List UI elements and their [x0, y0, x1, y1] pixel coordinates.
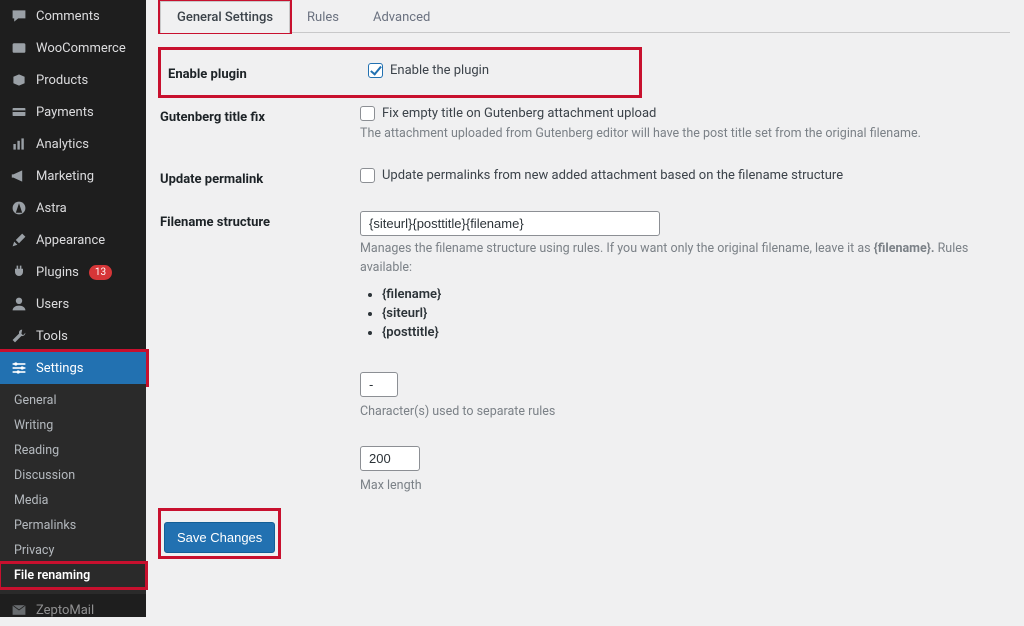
chart-icon — [10, 135, 28, 153]
sidebar-item-appearance[interactable]: Appearance — [0, 224, 146, 256]
field-label-gutenberg: Gutenberg title fix — [160, 106, 360, 125]
tab-rules[interactable]: Rules — [290, 1, 356, 33]
rule-item: {posttitle} — [382, 323, 1010, 342]
sub-item-reading[interactable]: Reading — [0, 438, 146, 463]
settings-page: General Settings Rules Advanced Enable p… — [146, 0, 1024, 617]
sidebar-item-label: Tools — [36, 329, 68, 344]
sidebar-item-label: Astra — [36, 201, 67, 216]
sub-item-general[interactable]: General — [0, 388, 146, 413]
sidebar-item-label: Comments — [36, 9, 100, 24]
sidebar-item-plugins[interactable]: Plugins 13 — [0, 256, 146, 288]
max-length-input[interactable] — [360, 446, 420, 471]
gutenberg-fix-checkbox-label: Fix empty title on Gutenberg attachment … — [382, 106, 656, 121]
settings-submenu: General Writing Reading Discussion Media… — [0, 384, 146, 594]
settings-tabs: General Settings Rules Advanced — [160, 0, 1010, 33]
sub-item-file-renaming[interactable]: File renaming — [0, 563, 146, 588]
sidebar-item-label: Settings — [36, 361, 83, 376]
card-icon — [10, 103, 28, 121]
sidebar-item-label: Plugins — [36, 265, 79, 280]
admin-sidebar: Comments WooCommerce Products Payments A… — [0, 0, 146, 617]
astra-icon — [10, 199, 28, 217]
enable-plugin-checkbox[interactable] — [368, 63, 383, 78]
separator-description: Character(s) used to separate rules — [360, 403, 1010, 422]
tab-general-settings[interactable]: General Settings — [160, 1, 290, 33]
sidebar-item-label: Marketing — [36, 169, 94, 184]
plug-icon — [10, 263, 28, 281]
sidebar-item-comments[interactable]: Comments — [0, 0, 146, 32]
separator-input[interactable] — [360, 372, 398, 397]
sidebar-item-payments[interactable]: Payments — [0, 96, 146, 128]
field-label-structure: Filename structure — [160, 211, 360, 230]
update-permalink-checkbox-label: Update permalinks from new added attachm… — [382, 168, 843, 183]
sub-item-privacy[interactable]: Privacy — [0, 538, 146, 563]
structure-rules-list: {filename} {siteurl} {posttitle} — [382, 285, 1010, 342]
filename-structure-input[interactable] — [360, 211, 660, 236]
comment-icon — [10, 7, 28, 25]
megaphone-icon — [10, 167, 28, 185]
max-length-description: Max length — [360, 477, 1010, 496]
save-changes-button[interactable]: Save Changes — [164, 522, 275, 553]
woocommerce-icon — [10, 39, 28, 57]
filename-structure-description: Manages the filename structure using rul… — [360, 240, 1010, 278]
sidebar-item-astra[interactable]: Astra — [0, 192, 146, 224]
tab-advanced[interactable]: Advanced — [356, 1, 447, 33]
sidebar-item-marketing[interactable]: Marketing — [0, 160, 146, 192]
sidebar-item-label: WooCommerce — [36, 41, 126, 56]
rule-item: {filename} — [382, 285, 1010, 304]
sidebar-item-zeptomail[interactable]: ZeptoMail — [0, 594, 146, 626]
sidebar-item-settings[interactable]: Settings — [0, 352, 146, 384]
user-icon — [10, 295, 28, 313]
sidebar-item-label: Payments — [36, 105, 94, 120]
wrench-icon — [10, 327, 28, 345]
gutenberg-fix-description: The attachment uploaded from Gutenberg e… — [360, 125, 1010, 144]
sidebar-item-analytics[interactable]: Analytics — [0, 128, 146, 160]
sidebar-item-label: Users — [36, 297, 69, 312]
sidebar-item-tools[interactable]: Tools — [0, 320, 146, 352]
sidebar-item-products[interactable]: Products — [0, 64, 146, 96]
sub-item-permalinks[interactable]: Permalinks — [0, 513, 146, 538]
sub-item-discussion[interactable]: Discussion — [0, 463, 146, 488]
sidebar-item-label: Products — [36, 73, 88, 88]
sub-item-media[interactable]: Media — [0, 488, 146, 513]
gutenberg-fix-checkbox[interactable] — [360, 106, 375, 121]
box-icon — [10, 71, 28, 89]
sidebar-item-users[interactable]: Users — [0, 288, 146, 320]
brush-icon — [10, 231, 28, 249]
sidebar-item-label: Appearance — [36, 233, 105, 248]
sidebar-item-label: Analytics — [36, 137, 89, 152]
plugins-badge: 13 — [89, 265, 112, 280]
sidebar-item-label: ZeptoMail — [36, 603, 94, 618]
enable-plugin-checkbox-label: Enable the plugin — [390, 63, 489, 78]
update-permalink-checkbox[interactable] — [360, 168, 375, 183]
sub-item-writing[interactable]: Writing — [0, 413, 146, 438]
rule-item: {siteurl} — [382, 304, 1010, 323]
field-label-permalink: Update permalink — [160, 168, 360, 187]
mail-icon — [10, 601, 28, 619]
sliders-icon — [10, 359, 28, 377]
sidebar-item-woocommerce[interactable]: WooCommerce — [0, 32, 146, 64]
field-label-enable: Enable plugin — [168, 63, 368, 82]
